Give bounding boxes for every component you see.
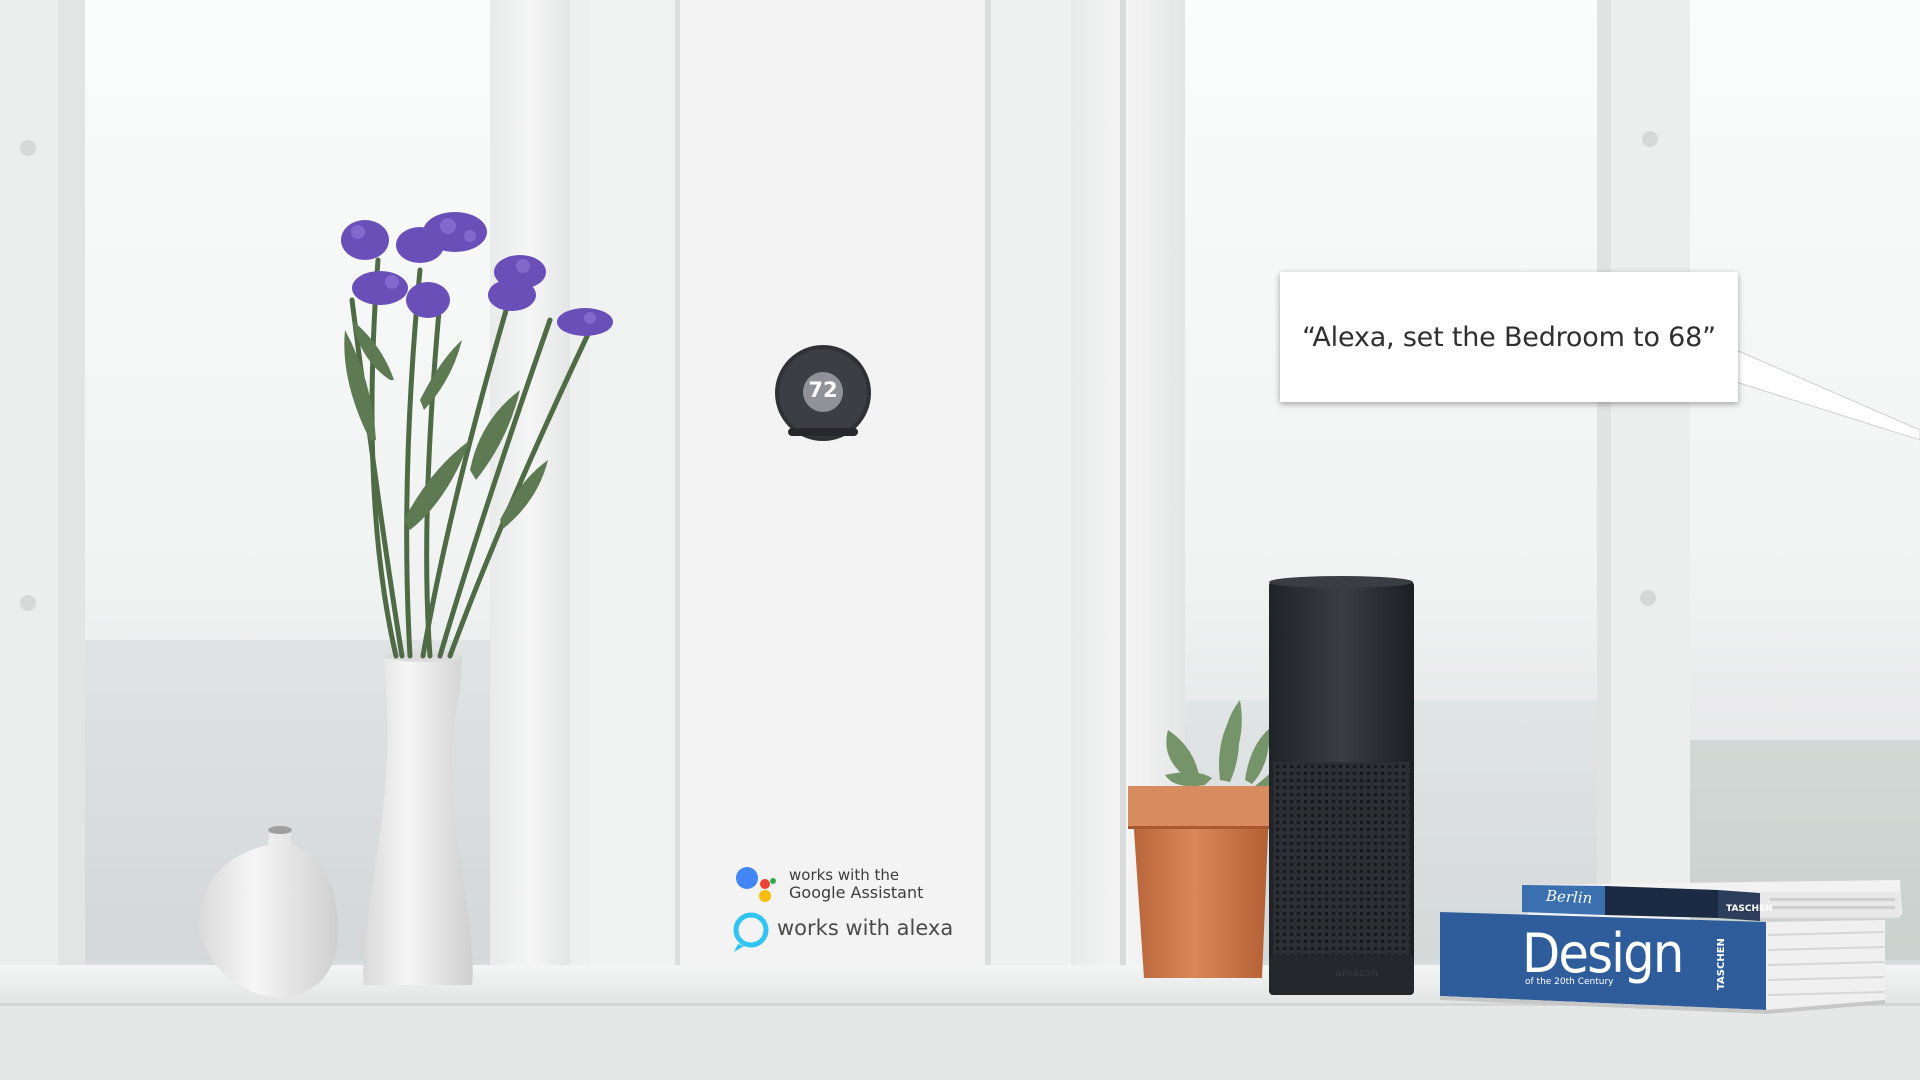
speech-callout: “Alexa, set the Bedroom to 68”: [1280, 272, 1738, 402]
compatibility-badges: works with the Google Assistant works wi…: [733, 862, 963, 952]
google-assistant-badge: works with the Google Assistant: [733, 862, 963, 906]
google-badge-line2: Google Assistant: [789, 883, 924, 902]
alexa-badge-text: works with alexa: [777, 916, 954, 940]
book-berlin-publisher: TASCHEN: [1726, 904, 1773, 914]
scene: 72 “Alexa, set the Bedroom to 68” works …: [0, 0, 1920, 1080]
book-design-publisher: TASCHEN: [1716, 938, 1727, 990]
thermostat-reading: 72: [808, 378, 838, 402]
book-design-title: Design: [1522, 922, 1684, 985]
alexa-badge: works with alexa: [733, 910, 963, 952]
book-berlin-title: Berlin: [1545, 886, 1593, 908]
google-badge-line1: works with the: [789, 866, 900, 884]
google-assistant-text: works with the Google Assistant: [789, 866, 923, 902]
book-design-subtitle: of the 20th Century: [1525, 977, 1614, 987]
echo-brand-label: amazon: [1335, 968, 1379, 979]
